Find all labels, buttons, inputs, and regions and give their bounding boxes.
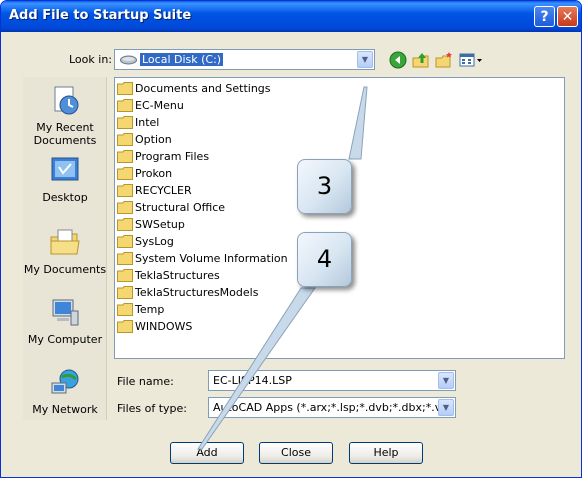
folder-icon: [117, 303, 133, 316]
help-button[interactable]: Help: [349, 442, 423, 464]
file-list-item-label: Temp: [135, 303, 165, 316]
files-of-type-value: AutoCAD Apps (*.arx;*.lsp;*.dvb;*.dbx;*.…: [213, 401, 439, 414]
callout-4: 4: [297, 232, 352, 287]
file-list-item-label: SWSetup: [135, 218, 185, 231]
place-label: My Recent Documents: [33, 121, 97, 147]
place-my-recent-documents[interactable]: My Recent Documents: [23, 85, 107, 147]
folder-icon: [117, 269, 133, 282]
file-name-value: EC-LISP14.LSP: [213, 374, 292, 387]
up-one-level-icon[interactable]: [412, 51, 430, 69]
file-list-item[interactable]: Intel: [117, 114, 159, 131]
place-label: Desktop: [42, 191, 88, 204]
recent-documents-icon: [54, 86, 79, 115]
file-list-item[interactable]: TeklaStructures: [117, 267, 220, 284]
folder-icon: [117, 99, 133, 112]
file-list-item-label: Structural Office: [135, 201, 226, 214]
look-in-dropdown-arrow[interactable]: ▼: [357, 51, 373, 68]
place-my-network[interactable]: My Network: [23, 367, 107, 416]
file-list-item[interactable]: Program Files: [117, 148, 209, 165]
file-list-item[interactable]: WINDOWS: [117, 318, 192, 335]
window-title: Add File to Startup Suite: [9, 8, 192, 23]
files-of-type-select[interactable]: AutoCAD Apps (*.arx;*.lsp;*.dvb;*.dbx;*.…: [208, 397, 456, 418]
close-button[interactable]: Close: [259, 442, 333, 464]
add-button[interactable]: Add: [170, 442, 244, 464]
folder-icon: [117, 184, 133, 197]
desktop-icon: [51, 157, 79, 181]
folder-icon: [117, 218, 133, 231]
titlebar-help-button[interactable]: ?: [534, 6, 555, 27]
place-label: My Documents: [23, 263, 107, 276]
file-list-item[interactable]: Temp: [117, 301, 164, 318]
file-list-item[interactable]: SysLog: [117, 233, 174, 250]
title-bar[interactable]: Add File to Startup Suite ? ✕: [1, 1, 581, 32]
file-name-label: File name:: [117, 375, 174, 388]
file-list-item[interactable]: System Volume Information: [117, 250, 288, 267]
file-list-item[interactable]: RECYCLER: [117, 182, 192, 199]
file-list-item[interactable]: SWSetup: [117, 216, 185, 233]
file-list-item[interactable]: TeklaStructuresModels: [117, 284, 258, 301]
file-list-item-label: Prokon: [135, 167, 173, 180]
file-list-item-label: Program Files: [135, 150, 210, 163]
folder-icon: [117, 82, 133, 95]
places-bar: My Recent Documents Desktop My Documents: [23, 77, 107, 420]
file-list-item[interactable]: Structural Office: [117, 199, 225, 216]
file-list-item[interactable]: Option: [117, 131, 172, 148]
folder-icon: [117, 320, 133, 333]
file-list-item[interactable]: EC-Menu: [117, 97, 184, 114]
file-name-input[interactable]: EC-LISP14.LSP ▼: [208, 370, 456, 391]
my-network-icon: [51, 369, 79, 394]
my-computer-icon: [52, 299, 79, 326]
views-menu-icon[interactable]: [459, 51, 483, 69]
place-my-computer[interactable]: My Computer: [23, 297, 107, 346]
my-documents-icon: [50, 229, 80, 255]
file-list-item-label: RECYCLER: [135, 184, 192, 197]
folder-icon: [117, 235, 133, 248]
file-list[interactable]: Documents and Settings EC-Menu Intel Option…: [114, 77, 565, 359]
files-of-type-dropdown-arrow[interactable]: ▼: [438, 399, 454, 416]
look-in-value: Local Disk (C:): [140, 53, 224, 66]
file-list-item[interactable]: Documents and Settings: [117, 80, 271, 97]
file-list-item-label: SysLog: [135, 235, 174, 248]
file-list-item-label: TeklaStructures: [135, 269, 220, 282]
drive-icon: [120, 55, 137, 65]
file-list-item[interactable]: Prokon: [117, 165, 172, 182]
place-my-documents[interactable]: My Documents: [23, 227, 107, 276]
file-list-item-label: WINDOWS: [135, 320, 193, 333]
titlebar-close-button[interactable]: ✕: [557, 6, 578, 27]
folder-icon: [117, 252, 133, 265]
folder-icon: [117, 201, 133, 214]
look-in-label: Look in:: [69, 53, 112, 66]
file-list-item-label: EC-Menu: [135, 99, 184, 112]
back-icon[interactable]: [389, 51, 407, 69]
place-label: My Network: [32, 403, 98, 416]
file-list-item-label: System Volume Information: [135, 252, 288, 265]
folder-icon: [117, 133, 133, 146]
folder-icon: [117, 286, 133, 299]
file-name-dropdown-arrow[interactable]: ▼: [438, 372, 454, 389]
file-list-item-label: Option: [135, 133, 172, 146]
add-file-dialog: Add File to Startup Suite ? ✕ Look in: L…: [0, 0, 582, 478]
place-desktop[interactable]: Desktop: [23, 155, 107, 204]
files-of-type-label: Files of type:: [117, 402, 188, 415]
folder-icon: [117, 150, 133, 163]
look-in-combo[interactable]: Local Disk (C:) ▼: [114, 49, 375, 70]
file-list-item-label: Documents and Settings: [135, 82, 271, 95]
file-list-item-label: Intel: [135, 116, 160, 129]
folder-icon: [117, 167, 133, 180]
callout-3: 3: [297, 159, 352, 214]
file-list-item-label: TeklaStructuresModels: [135, 286, 259, 299]
new-folder-icon[interactable]: [435, 51, 453, 69]
folder-icon: [117, 116, 133, 129]
place-label: My Computer: [27, 333, 103, 346]
